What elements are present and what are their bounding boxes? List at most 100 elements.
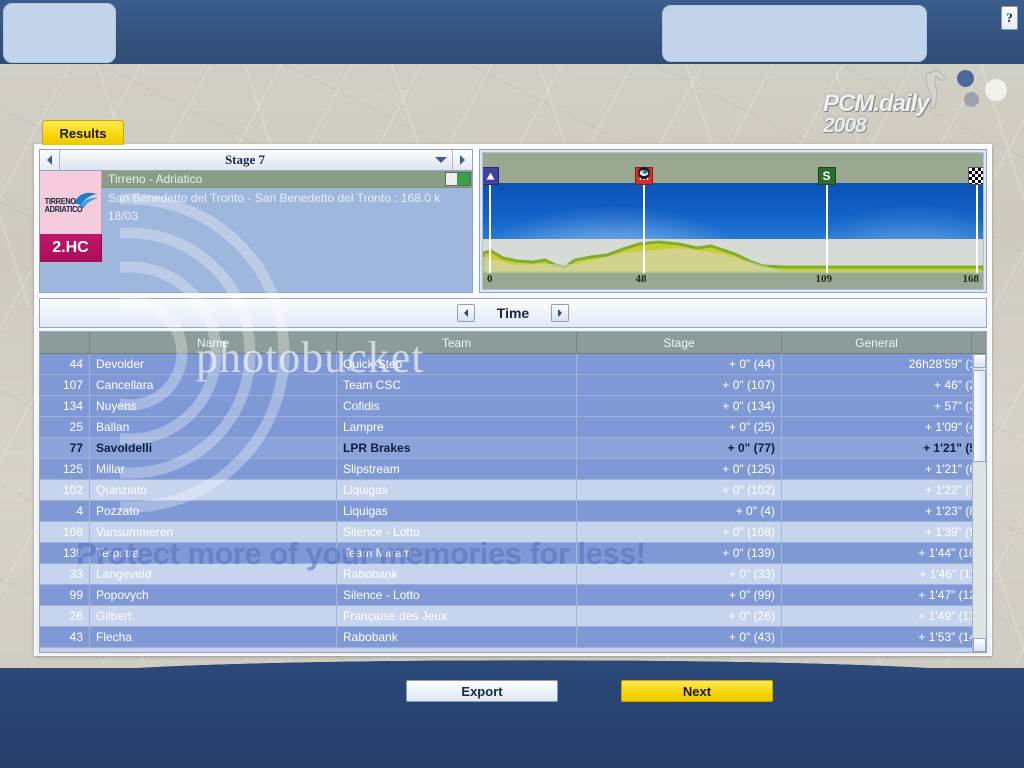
axis-tick-168: 168: [962, 273, 980, 285]
elevation-profile-panel: M S 0 48 109 168: [479, 149, 987, 293]
row-team: LPR Brakes: [337, 438, 577, 458]
table-row[interactable]: 43 Flecha Rabobank + 0" (43) + 1'53" (14): [40, 627, 986, 648]
right-arrow-icon: [558, 309, 563, 317]
table-row[interactable]: 25 Ballan Lampre + 0" (25) + 1'09" (4): [40, 417, 986, 438]
row-number: 25: [40, 417, 90, 437]
row-general: + 1'46" (11): [919, 567, 980, 581]
row-name: Gilbert: [90, 606, 337, 626]
row-name: Langeveld: [90, 564, 337, 584]
table-row[interactable]: 107 Cancellara Team CSC + 0" (107) + 46" (2): [40, 375, 986, 396]
race-logo-text: TIRRENO ADRIATICO: [44, 197, 83, 214]
row-general: + 1'44" (10): [918, 546, 980, 560]
row-number: 33: [40, 564, 90, 584]
right-arrow-icon: [460, 155, 465, 165]
race-badge-filler: [40, 262, 102, 292]
row-name: Quinziato: [90, 480, 337, 500]
results-window: Stage 7 TIRRENO ADRIATICO 2.HC Tirreno -…: [34, 144, 992, 656]
stage-prev-button[interactable]: [40, 150, 60, 170]
row-general: + 1'23" (8): [925, 504, 980, 518]
stage-title: Stage 7: [224, 152, 266, 167]
table-header-row: Name Team Stage General: [40, 332, 986, 354]
tab-results[interactable]: Results: [42, 120, 124, 145]
row-team: Team Milram: [337, 543, 577, 563]
column-header-number[interactable]: [40, 332, 90, 353]
row-name: Devolder: [90, 354, 337, 374]
stage-summary-row: Stage 7 TIRRENO ADRIATICO 2.HC Tirreno -…: [39, 149, 987, 293]
scroll-up-button[interactable]: [973, 354, 986, 368]
axis-tick-0: 0: [487, 273, 493, 285]
top-right-panel[interactable]: [662, 5, 927, 62]
row-stage: + 0" (108): [577, 522, 782, 542]
row-name: Terpstra: [90, 543, 337, 563]
race-info: Tirreno - Adriatico San Benedetto del Tr…: [102, 171, 472, 292]
table-row[interactable]: 134 Nuyens Cofidis + 0" (134) + 57" (3): [40, 396, 986, 417]
row-general: + 1'09" (4): [925, 420, 980, 434]
column-header-general[interactable]: General: [782, 332, 972, 353]
row-number: 99: [40, 585, 90, 605]
row-stage: + 0" (102): [577, 480, 782, 500]
classification-prev-button[interactable]: [456, 304, 475, 322]
scroll-track[interactable]: [973, 368, 986, 638]
header-scroll-spacer: [972, 332, 986, 353]
table-row[interactable]: 33 Langeveld Rabobank + 0" (33) + 1'46" (11): [40, 564, 986, 585]
top-left-panel[interactable]: [3, 3, 116, 63]
row-team: Silence - Lotto: [337, 522, 577, 542]
start-icon: [483, 167, 499, 185]
column-header-name[interactable]: Name: [90, 332, 337, 353]
table-row[interactable]: 99 Popovych Silence - Lotto + 0" (99) + 1'47…: [40, 585, 986, 606]
row-number: 102: [40, 480, 90, 500]
table-row[interactable]: 102 Quinziato Liquigas + 0" (102) + 1'22" (7…: [40, 480, 986, 501]
race-date: 18/03: [108, 209, 139, 223]
stage-dropdown-button[interactable]: [430, 150, 452, 170]
race-badge: TIRRENO ADRIATICO 2.HC: [40, 171, 102, 292]
table-scrollbar[interactable]: [972, 354, 986, 652]
stage-selector-header: Stage 7: [40, 150, 472, 171]
table-row[interactable]: 108 Vansummeren Silence - Lotto + 0" (108) +…: [40, 522, 986, 543]
row-general: + 1'53" (14): [918, 630, 980, 644]
row-name: Millar: [90, 459, 337, 479]
row-name: Pozzato: [90, 501, 337, 521]
row-number: 77: [40, 438, 90, 458]
row-stage: + 0" (33): [577, 564, 782, 584]
column-header-team[interactable]: Team: [337, 332, 577, 353]
table-row[interactable]: 44 Devolder Quick-Step + 0" (44) 26h28'59" (…: [40, 354, 986, 375]
scroll-thumb[interactable]: [973, 370, 986, 462]
decorative-dot: [985, 79, 1007, 101]
scroll-down-button[interactable]: [973, 638, 986, 652]
race-title-bar: Tirreno - Adriatico: [102, 171, 472, 188]
stage-next-button[interactable]: [452, 150, 472, 170]
row-general: 26h28'59" (1): [908, 357, 980, 371]
export-button[interactable]: Export: [406, 680, 558, 702]
classification-next-button[interactable]: [551, 304, 570, 322]
row-stage: + 0" (25): [577, 417, 782, 437]
table-row[interactable]: 77 Savoldelli LPR Brakes + 0" (77) + 1'21" (…: [40, 438, 986, 459]
table-row[interactable]: 4 Pozzato Liquigas + 0" (4) + 1'23" (8): [40, 501, 986, 522]
row-stage: + 0" (134): [577, 396, 782, 416]
table-row[interactable]: 125 Millar Slipstream + 0" (125) + 1'21" (6): [40, 459, 986, 480]
stage-body: TIRRENO ADRIATICO 2.HC Tirreno - Adriati…: [40, 171, 472, 292]
column-header-stage[interactable]: Stage: [577, 332, 782, 353]
help-button[interactable]: ?: [1001, 6, 1018, 30]
row-stage: + 0" (125): [577, 459, 782, 479]
chevron-down-icon: [435, 157, 447, 163]
profile-marker-finish: [976, 183, 978, 273]
table-row[interactable]: 139 Terpstra Team Milram + 0" (139) + 1'44" …: [40, 543, 986, 564]
race-category-badge: 2.HC: [40, 234, 102, 262]
row-number: 4: [40, 501, 90, 521]
row-stage: + 0" (26): [577, 606, 782, 626]
elevation-terrain: [483, 240, 983, 273]
table-row[interactable]: 26 Gilbert Française des Jeux + 0" (26) + 1'…: [40, 606, 986, 627]
row-team: Lampre: [337, 417, 577, 437]
row-team: Cofidis: [337, 396, 577, 416]
row-team: Silence - Lotto: [337, 585, 577, 605]
next-button[interactable]: Next: [621, 680, 773, 702]
mountain-icon: M: [635, 167, 653, 185]
row-name: Popovych: [90, 585, 337, 605]
row-team: Rabobank: [337, 627, 577, 647]
axis-tick-48: 48: [635, 273, 647, 285]
cloud-badge-icon: [638, 167, 650, 179]
row-team: Quick-Step: [337, 354, 577, 374]
app-root: ? PCM.daily 2008 Results Stage 7 TIRRENO…: [0, 0, 1024, 768]
left-arrow-icon: [47, 155, 52, 165]
profile-marker-sprint: [825, 183, 828, 273]
